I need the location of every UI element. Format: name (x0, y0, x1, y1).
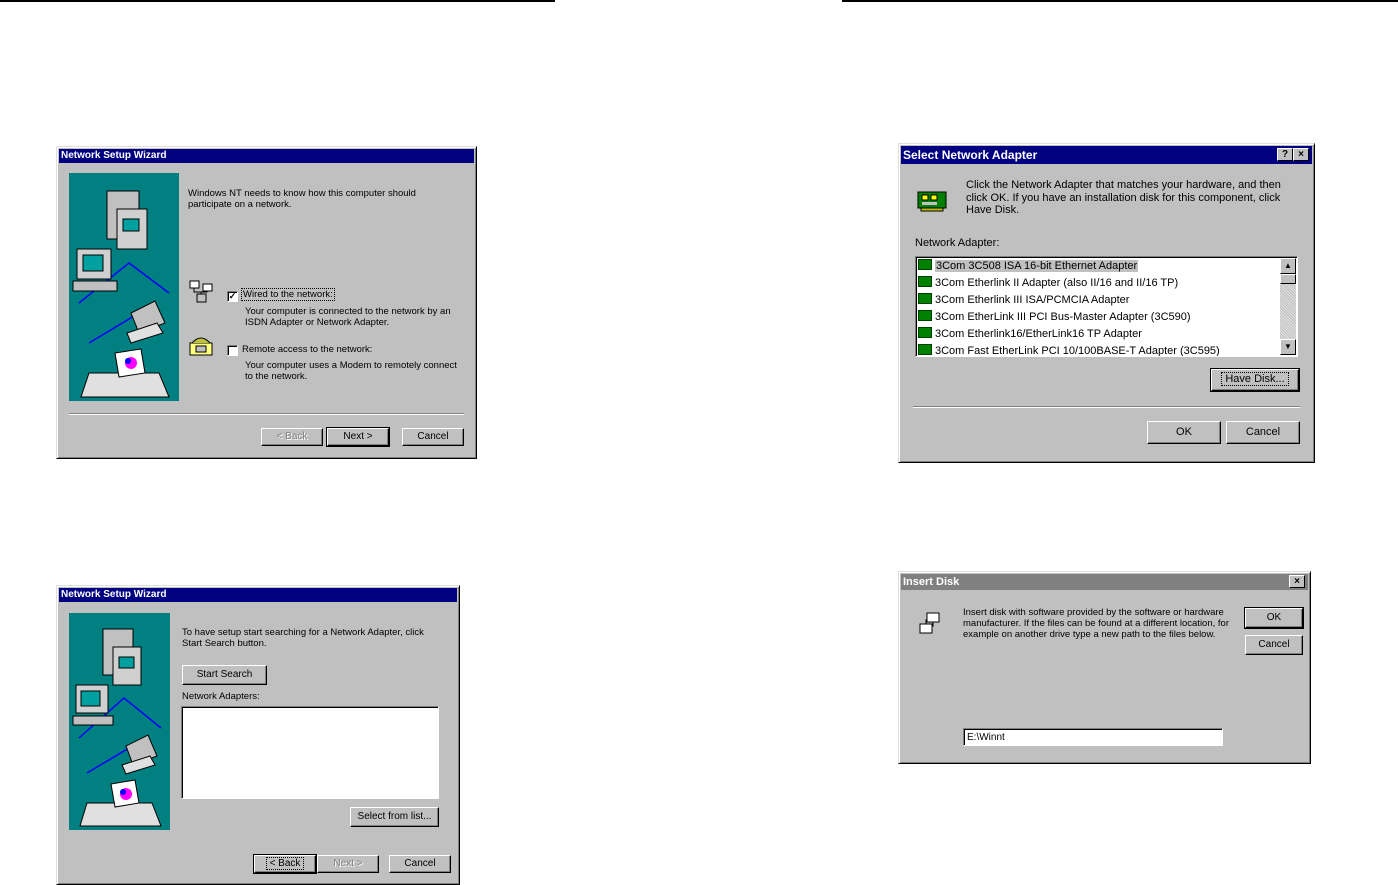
have-disk-button-label: Have Disk... (1221, 372, 1289, 386)
network-card-icon (918, 310, 932, 321)
wired-checkbox[interactable]: ✓ (227, 291, 238, 302)
list-item[interactable]: 3Com Etherlink III ISA/PCMCIA Adapter (918, 292, 1279, 309)
start-search-button[interactable]: Start Search (182, 665, 267, 685)
scroll-thumb[interactable] (1280, 274, 1296, 284)
window-title-text: Select Network Adapter (903, 148, 1038, 162)
list-item-label: 3Com 3C508 ISA 16-bit Ethernet Adapter (935, 260, 1139, 272)
ok-button[interactable]: OK (1147, 421, 1221, 444)
separator (69, 413, 464, 415)
network-adapters-label: Network Adapters: (182, 691, 260, 702)
ok-button[interactable]: OK (1244, 607, 1304, 629)
top-rule-right (842, 0, 1398, 2)
list-item[interactable]: 3Com 3C508 ISA 16-bit Ethernet Adapter (918, 258, 1279, 275)
close-button[interactable]: × (1293, 148, 1309, 161)
disk-network-icon (919, 612, 941, 637)
wired-label[interactable]: Wired to the network: (241, 288, 335, 301)
network-wire-icon (189, 280, 213, 307)
list-item[interactable]: 3Com Fast EtherLink PCI 10/100BASE-T Ada… (918, 343, 1279, 357)
back-button[interactable]: < Back (253, 854, 317, 874)
select-from-list-button[interactable]: Select from list... (350, 807, 439, 827)
list-item-label: 3Com Fast EtherLink PCI 10/100BASE-T Ada… (935, 345, 1220, 357)
help-button[interactable]: ? (1277, 148, 1293, 161)
cancel-button[interactable]: Cancel (402, 428, 464, 446)
vertical-scrollbar[interactable]: ▲ ▼ (1280, 258, 1296, 355)
wizard-intro-text: To have setup start searching for a Netw… (182, 627, 424, 649)
have-disk-button[interactable]: Have Disk... (1210, 368, 1300, 392)
window-title: Insert Disk (901, 574, 1308, 590)
select-network-adapter-dialog: Select Network Adapter ? × Click the Net… (898, 143, 1315, 463)
network-setup-wizard-dialog-1: Network Setup Wizard Windows NT needs to… (56, 146, 477, 459)
close-button[interactable]: × (1289, 575, 1305, 588)
insert-disk-dialog: Insert Disk × Insert disk with software … (898, 571, 1311, 764)
network-setup-wizard-dialog-2: Network Setup Wizard To have setup start… (56, 585, 460, 885)
network-card-icon (918, 276, 932, 287)
network-card-icon (918, 259, 932, 270)
network-card-icon (918, 344, 932, 355)
modem-phone-icon (189, 335, 213, 360)
network-adapter-list[interactable]: 3Com 3C508 ISA 16-bit Ethernet Adapter 3… (915, 256, 1298, 357)
path-input[interactable] (963, 728, 1223, 746)
wizard-intro-text: Windows NT needs to know how this comput… (188, 188, 416, 210)
scroll-down-arrow-icon[interactable]: ▼ (1280, 339, 1296, 355)
window-title: Network Setup Wizard (59, 149, 474, 163)
network-card-icon (917, 190, 949, 215)
insert-disk-message: Insert disk with software provided by th… (963, 607, 1229, 640)
network-adapters-list[interactable] (181, 706, 439, 799)
list-item-label: 3Com Etherlink II Adapter (also II/16 an… (935, 277, 1179, 289)
list-item[interactable]: 3Com Etherlink II Adapter (also II/16 an… (918, 275, 1279, 292)
network-adapter-label: Network Adapter: (915, 237, 1000, 249)
wired-description: Your computer is connected to the networ… (245, 306, 451, 328)
separator (913, 406, 1300, 408)
cancel-button[interactable]: Cancel (1226, 421, 1300, 444)
instruction-text: Click the Network Adapter that matches y… (966, 179, 1281, 217)
window-title: Network Setup Wizard (59, 588, 457, 602)
network-illustration (69, 173, 179, 401)
back-button-label: < Back (265, 857, 305, 870)
cancel-button[interactable]: Cancel (1245, 635, 1303, 655)
wired-label-text: Wired to the network: (241, 288, 335, 301)
list-item-label: 3Com Etherlink16/EtherLink16 TP Adapter (935, 328, 1142, 340)
list-item-label: 3Com Etherlink III ISA/PCMCIA Adapter (935, 294, 1130, 306)
back-button[interactable]: < Back (261, 428, 323, 446)
list-item-label: 3Com EtherLink III PCI Bus-Master Adapte… (935, 311, 1191, 323)
window-title-text: Insert Disk (903, 576, 960, 588)
network-illustration (69, 613, 170, 830)
network-card-icon (918, 327, 932, 338)
remote-access-description: Your computer uses a Modem to remotely c… (245, 360, 457, 382)
remote-access-checkbox[interactable] (227, 345, 238, 356)
cancel-button[interactable]: Cancel (389, 855, 451, 873)
next-button-label: Next > (343, 431, 373, 442)
list-item[interactable]: 3Com Etherlink16/EtherLink16 TP Adapter (918, 326, 1279, 343)
next-button[interactable]: Next > (326, 427, 390, 447)
list-item[interactable]: 3Com EtherLink III PCI Bus-Master Adapte… (918, 309, 1279, 326)
network-card-icon (918, 293, 932, 304)
remote-access-label[interactable]: Remote access to the network: (242, 344, 372, 356)
scroll-up-arrow-icon[interactable]: ▲ (1280, 258, 1296, 274)
next-button[interactable]: Next > (317, 855, 379, 873)
top-rule-left (0, 0, 555, 2)
window-title: Select Network Adapter (901, 146, 1312, 164)
